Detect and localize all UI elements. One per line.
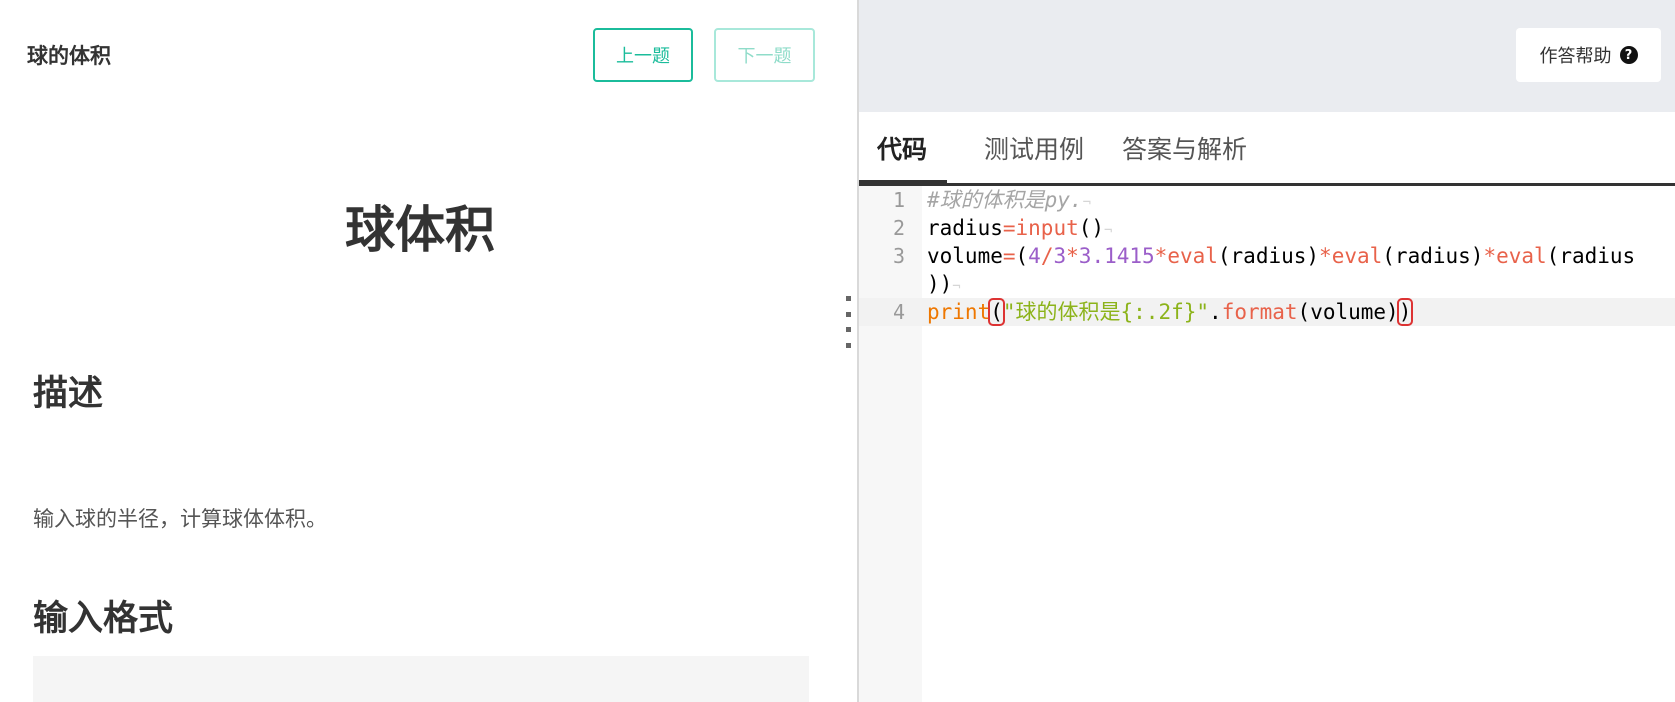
answer-help-label: 作答帮助 bbox=[1539, 46, 1612, 67]
line-number: 2 bbox=[892, 216, 905, 240]
code-editor[interactable]: 1 #球的体积是py.¬ 2 radius=input()¬ 3 volume=… bbox=[859, 186, 1675, 702]
input-format-box bbox=[33, 656, 809, 702]
code-text: radius=input()¬ bbox=[927, 216, 1113, 240]
code-line-wrapped: ))¬ bbox=[859, 270, 1675, 298]
editor-panel: 作答帮助 ? 代码 测试用例 答案与解析 1 #球的体积是py.¬ 2 radi… bbox=[859, 0, 1675, 702]
code-area[interactable]: 1 #球的体积是py.¬ 2 radius=input()¬ 3 volume=… bbox=[859, 186, 1675, 326]
tab-code[interactable]: 代码 bbox=[859, 112, 947, 183]
line-number: 3 bbox=[892, 244, 905, 268]
problem-panel: 球的体积 上一题 下一题 球体积 描述 输入球的半径，计算球体体积。 输入格式 bbox=[0, 0, 857, 702]
answer-help-button[interactable]: 作答帮助 ? bbox=[1516, 28, 1661, 82]
question-circle-icon: ? bbox=[1619, 46, 1638, 64]
resize-handle[interactable] bbox=[846, 296, 852, 348]
prev-question-button[interactable]: 上一题 bbox=[593, 28, 693, 82]
tab-answer-analysis[interactable]: 答案与解析 bbox=[1104, 112, 1265, 183]
next-question-button[interactable]: 下一题 bbox=[714, 28, 815, 82]
handle-dot bbox=[846, 342, 851, 348]
code-line: 4 print("球的体积是{:.2f}".format(volume)) bbox=[859, 298, 1675, 326]
description-heading: 描述 bbox=[33, 374, 104, 414]
description-text: 输入球的半径，计算球体体积。 bbox=[33, 507, 327, 531]
editor-toolbar: 作答帮助 ? bbox=[859, 0, 1675, 112]
input-format-heading: 输入格式 bbox=[33, 599, 174, 639]
tab-test-cases[interactable]: 测试用例 bbox=[966, 112, 1102, 183]
code-text: ))¬ bbox=[927, 272, 961, 296]
code-text: #球的体积是py.¬ bbox=[927, 188, 1092, 212]
code-line: 3 volume=(4/3*3.1415*eval(radius)*eval(r… bbox=[859, 242, 1675, 270]
editor-tabs: 代码 测试用例 答案与解析 bbox=[859, 112, 1675, 186]
handle-dot bbox=[846, 327, 851, 333]
code-text: print("球的体积是{:.2f}".format(volume)) bbox=[927, 298, 1414, 326]
handle-dot bbox=[846, 311, 851, 317]
code-line: 2 radius=input()¬ bbox=[859, 214, 1675, 242]
code-text: volume=(4/3*3.1415*eval(radius)*eval(rad… bbox=[927, 244, 1636, 268]
line-number: 4 bbox=[892, 300, 905, 324]
problem-name: 球的体积 bbox=[27, 44, 111, 68]
handle-dot bbox=[846, 296, 851, 301]
line-number: 1 bbox=[892, 188, 905, 212]
problem-title: 球体积 bbox=[345, 201, 495, 259]
code-line: 1 #球的体积是py.¬ bbox=[859, 186, 1675, 214]
